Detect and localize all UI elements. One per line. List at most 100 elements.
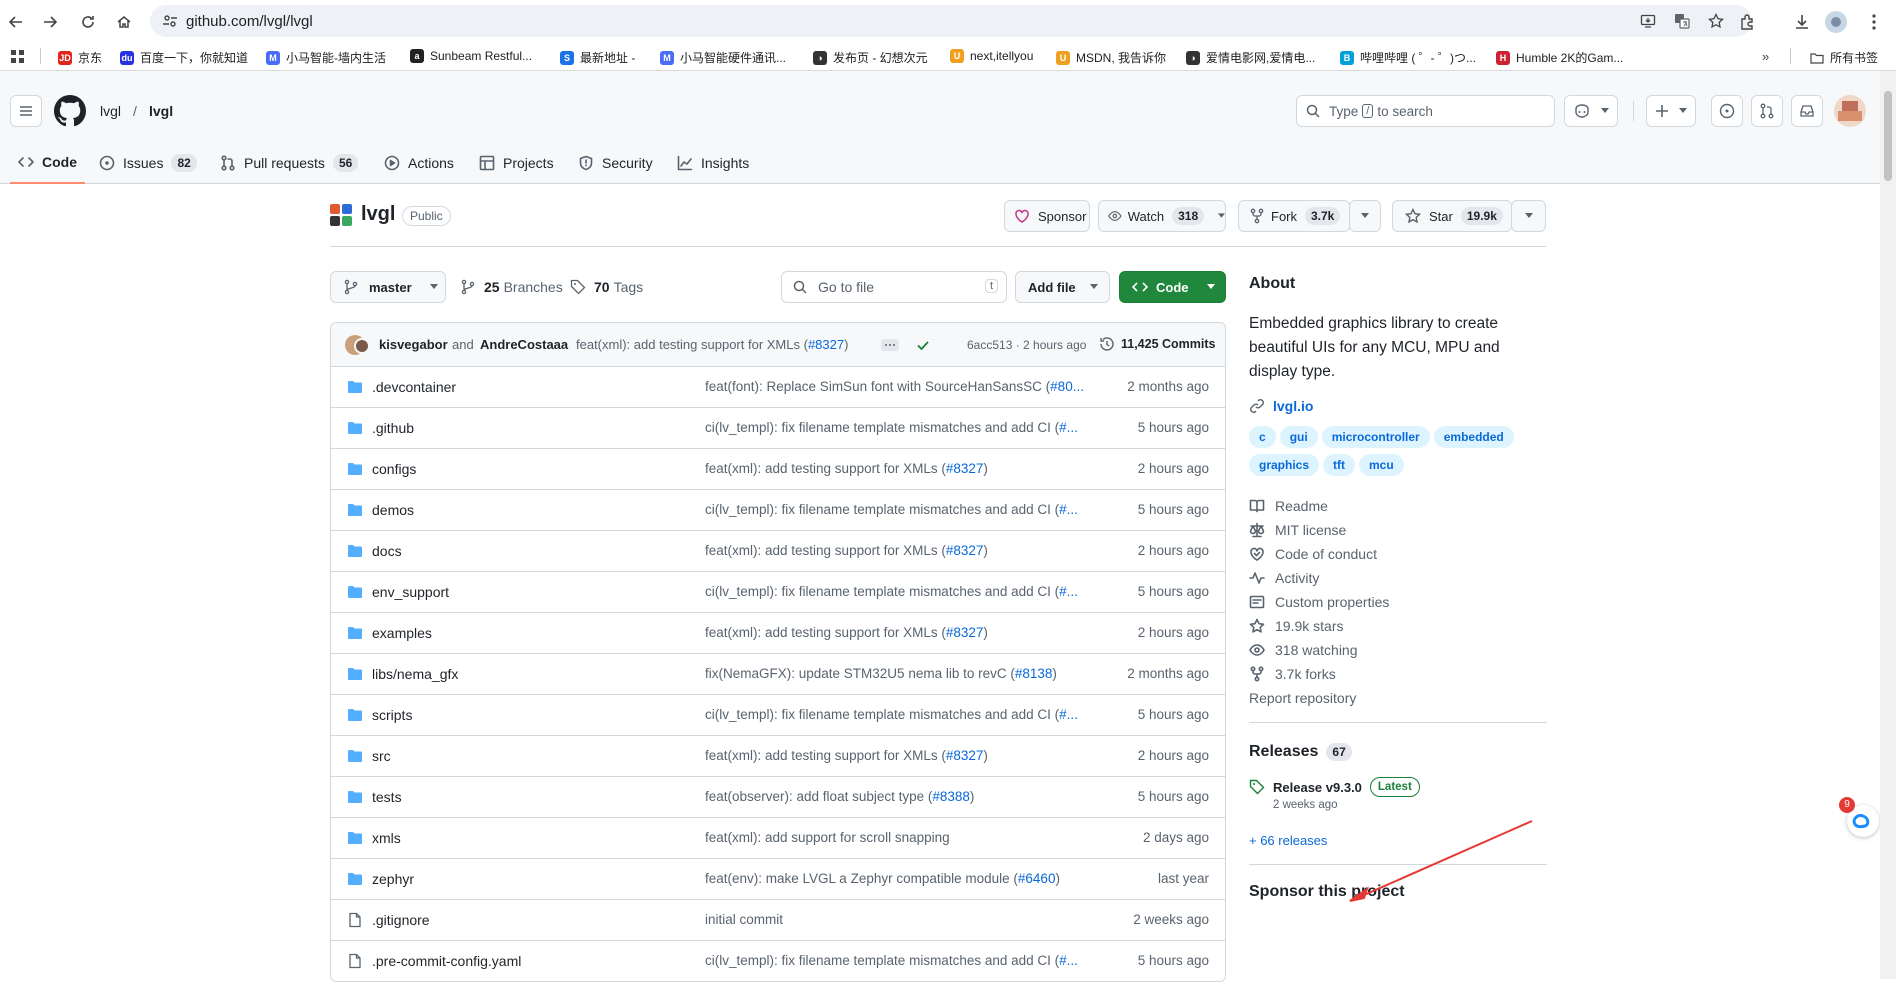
- commit-author-1[interactable]: kisvegabor: [379, 337, 448, 352]
- file-commit-pr-link[interactable]: #8327: [946, 461, 984, 476]
- topic-tag[interactable]: tft: [1323, 454, 1356, 476]
- all-bookmarks-folder[interactable]: 所有书签: [1810, 49, 1878, 66]
- bookmark-star-icon[interactable]: [1708, 13, 1724, 29]
- file-commit-pr-link[interactable]: #...: [1059, 953, 1078, 968]
- install-app-icon[interactable]: [1640, 13, 1656, 29]
- back-icon[interactable]: [4, 10, 28, 34]
- file-commit-message[interactable]: feat(xml): add testing support for XMLs …: [705, 748, 1085, 763]
- site-info-icon[interactable]: [162, 13, 178, 29]
- file-commit-message[interactable]: ci(lv_templ): fix filename template mism…: [705, 584, 1085, 599]
- file-name-link[interactable]: tests: [372, 789, 402, 805]
- file-commit-pr-link[interactable]: #8138: [1015, 666, 1053, 681]
- breadcrumb-owner[interactable]: lvgl: [100, 103, 121, 119]
- file-commit-message[interactable]: ci(lv_templ): fix filename template mism…: [705, 953, 1085, 968]
- bookmark-item[interactable]: ◑ 发布页 - 幻想次元: [813, 49, 928, 66]
- bookmark-item[interactable]: S 最新地址 -: [560, 49, 635, 66]
- about-link-heart-handshake[interactable]: Code of conduct: [1249, 542, 1547, 566]
- file-age[interactable]: 2 hours ago: [1138, 625, 1209, 640]
- tab-code[interactable]: Code: [10, 141, 85, 184]
- file-name-link[interactable]: demos: [372, 502, 414, 518]
- tags-link[interactable]: 70 Tags: [570, 279, 643, 295]
- branch-selector[interactable]: master: [330, 271, 446, 303]
- commit-avatars[interactable]: [345, 335, 370, 355]
- commit-pr-link[interactable]: #8327: [808, 337, 844, 352]
- fork-dropdown-button[interactable]: [1349, 200, 1381, 232]
- topic-tag[interactable]: mcu: [1359, 454, 1404, 476]
- file-name-link[interactable]: configs: [372, 461, 416, 477]
- copilot-button[interactable]: [1564, 95, 1618, 127]
- topic-tag[interactable]: microcontroller: [1321, 426, 1430, 448]
- bookmark-item[interactable]: H Humble 2K的Gam...: [1496, 49, 1623, 66]
- topic-tag[interactable]: graphics: [1249, 454, 1320, 476]
- check-icon[interactable]: [916, 338, 930, 352]
- file-name-link[interactable]: src: [372, 748, 391, 764]
- repo-title[interactable]: lvgl: [361, 203, 395, 226]
- file-commit-message[interactable]: feat(xml): add testing support for XMLs …: [705, 461, 1085, 476]
- star-button[interactable]: Star 19.9k: [1392, 200, 1512, 232]
- reload-icon[interactable]: [76, 10, 100, 34]
- tab-security[interactable]: Security: [578, 141, 653, 184]
- hamburger-menu-icon[interactable]: [10, 95, 42, 127]
- about-link-eye[interactable]: 318 watching: [1249, 638, 1547, 662]
- file-commit-pr-link[interactable]: #8327: [946, 748, 984, 763]
- star-dropdown-button[interactable]: [1511, 200, 1546, 232]
- file-age[interactable]: 5 hours ago: [1138, 502, 1209, 517]
- file-commit-message[interactable]: initial commit: [705, 912, 1085, 927]
- downloads-icon[interactable]: [1790, 10, 1814, 34]
- file-name-link[interactable]: xmls: [372, 830, 401, 846]
- file-name-link[interactable]: docs: [372, 543, 402, 559]
- file-age[interactable]: 2 weeks ago: [1133, 912, 1209, 927]
- report-repository-link[interactable]: Report repository: [1249, 690, 1547, 706]
- address-bar[interactable]: github.com/lvgl/lvgl: [150, 5, 1752, 37]
- file-name-link[interactable]: .github: [372, 420, 414, 436]
- file-commit-message[interactable]: feat(font): Replace SimSun font with Sou…: [705, 379, 1085, 394]
- file-commit-pr-link[interactable]: #8388: [932, 789, 970, 804]
- bookmark-item[interactable]: du 百度一下，你就知道: [120, 49, 248, 66]
- file-age[interactable]: 5 hours ago: [1138, 420, 1209, 435]
- commit-sha-time[interactable]: 6acc513 · 2 hours ago: [967, 338, 1086, 352]
- file-name-link[interactable]: examples: [372, 625, 432, 641]
- forward-icon[interactable]: [38, 10, 62, 34]
- about-link-fork[interactable]: 3.7k forks: [1249, 662, 1547, 686]
- file-commit-message[interactable]: ci(lv_templ): fix filename template mism…: [705, 502, 1085, 517]
- file-age[interactable]: 2 hours ago: [1138, 461, 1209, 476]
- topic-tag[interactable]: gui: [1279, 426, 1318, 448]
- file-age[interactable]: 2 hours ago: [1138, 543, 1209, 558]
- file-age[interactable]: 2 months ago: [1127, 379, 1209, 394]
- file-commit-message[interactable]: ci(lv_templ): fix filename template mism…: [705, 707, 1085, 722]
- tab-insights[interactable]: Insights: [677, 141, 749, 184]
- extensions-icon[interactable]: [1736, 10, 1760, 34]
- file-commit-message[interactable]: feat(xml): add testing support for XMLs …: [705, 543, 1085, 558]
- more-bookmarks-icon[interactable]: »: [1762, 49, 1769, 64]
- file-age[interactable]: 5 hours ago: [1138, 584, 1209, 599]
- file-name-link[interactable]: scripts: [372, 707, 412, 723]
- file-commit-pr-link[interactable]: #8327: [946, 625, 984, 640]
- website-link[interactable]: lvgl.io: [1249, 398, 1547, 414]
- file-commit-message[interactable]: feat(observer): add float subject type (…: [705, 789, 1085, 804]
- file-commit-pr-link[interactable]: #...: [1059, 707, 1078, 722]
- bookmark-item[interactable]: ◑ 爱情电影网,爱情电...: [1186, 49, 1315, 66]
- about-link-note[interactable]: Custom properties: [1249, 590, 1547, 614]
- about-link-scale[interactable]: MIT license: [1249, 518, 1547, 542]
- github-logo-icon[interactable]: [54, 95, 86, 127]
- topic-tag[interactable]: c: [1249, 426, 1276, 448]
- search-input[interactable]: Type / to search: [1296, 95, 1555, 127]
- home-icon[interactable]: [112, 10, 136, 34]
- fork-button[interactable]: Fork 3.7k: [1238, 200, 1350, 232]
- profile-avatar[interactable]: [1824, 10, 1848, 34]
- page-scrollbar[interactable]: [1880, 71, 1896, 979]
- commit-author-2[interactable]: AndreCostaaa: [480, 337, 568, 352]
- file-commit-message[interactable]: feat(xml): add testing support for XMLs …: [705, 625, 1085, 640]
- file-age[interactable]: 5 hours ago: [1138, 789, 1209, 804]
- releases-header[interactable]: Releases 67: [1249, 743, 1547, 761]
- file-commit-pr-link[interactable]: #...: [1059, 584, 1078, 599]
- latest-release[interactable]: Release v9.3.0 Latest: [1249, 777, 1547, 797]
- file-age[interactable]: last year: [1158, 871, 1209, 886]
- about-link-pulse[interactable]: Activity: [1249, 566, 1547, 590]
- file-commit-pr-link[interactable]: #8327: [946, 543, 984, 558]
- file-age[interactable]: 2 months ago: [1127, 666, 1209, 681]
- tab-projects[interactable]: Projects: [479, 141, 554, 184]
- watch-button[interactable]: Watch 318: [1098, 200, 1226, 232]
- translate-icon[interactable]: [1674, 13, 1690, 29]
- file-name-link[interactable]: .devcontainer: [372, 379, 456, 395]
